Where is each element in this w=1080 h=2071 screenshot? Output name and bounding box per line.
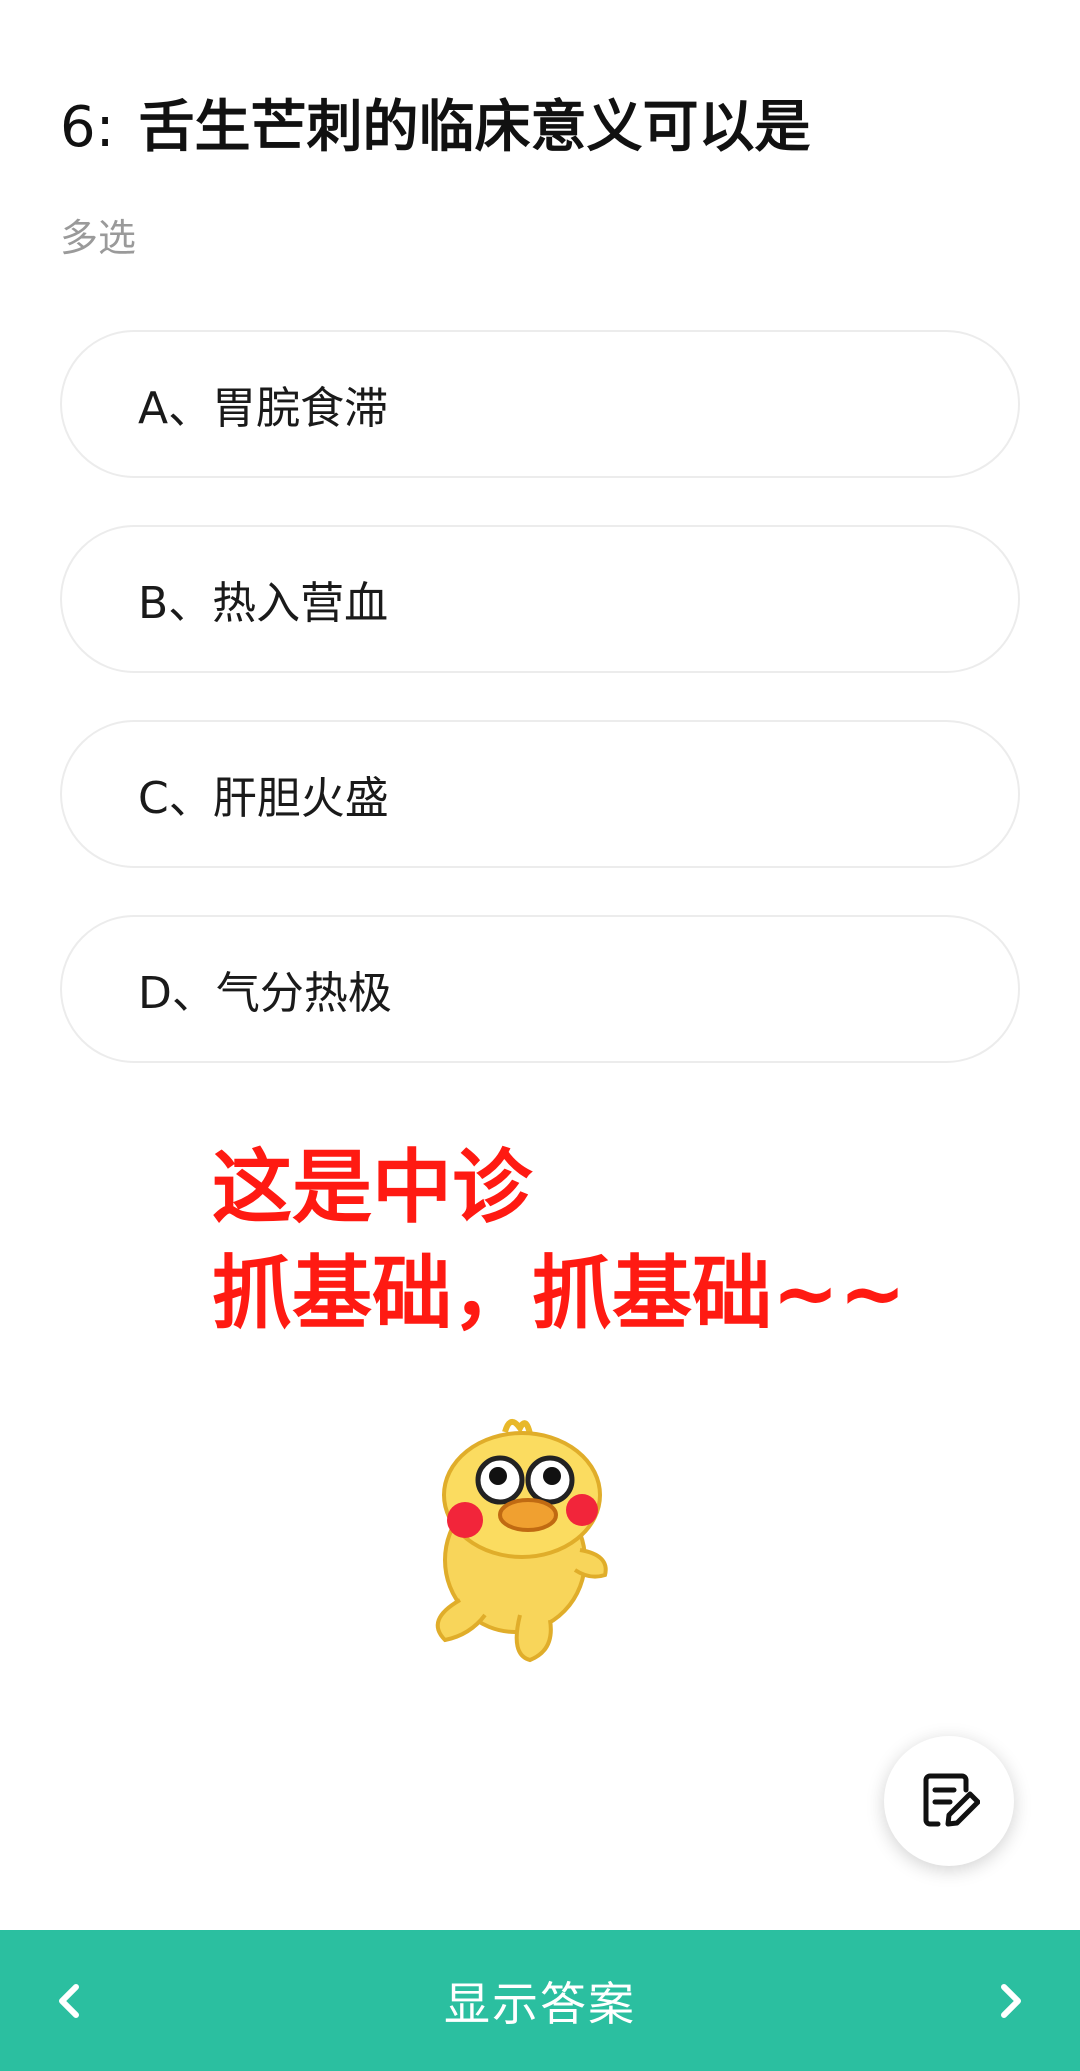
annotation-line-2: 抓基础，抓基础~~	[212, 1247, 907, 1340]
question-title: 6: 舌生芒刺的临床意义可以是	[60, 88, 1040, 168]
option-a[interactable]: A、胃脘食滞	[60, 330, 1020, 478]
option-d[interactable]: D、气分热极	[60, 915, 1020, 1063]
options-list: A、胃脘食滞 B、热入营血 C、肝胆火盛 D、气分热极	[60, 330, 1020, 1110]
show-answer-button[interactable]: 显示答案	[444, 1968, 636, 2034]
question-number: 6:	[60, 95, 115, 160]
note-fab-button[interactable]	[884, 1736, 1014, 1866]
option-b[interactable]: B、热入营血	[60, 525, 1020, 673]
option-d-label: D、气分热极	[138, 968, 392, 1019]
next-question-button[interactable]	[950, 1930, 1070, 2071]
chevron-right-icon	[1001, 1983, 1021, 2018]
option-c[interactable]: C、肝胆火盛	[60, 720, 1020, 868]
prev-question-button[interactable]	[10, 1930, 130, 2071]
chevron-left-icon	[59, 1983, 79, 2018]
edit-note-icon	[923, 1773, 980, 1827]
question-text: 舌生芒刺的临床意义可以是	[138, 95, 811, 160]
question-type-label: 多选	[60, 216, 137, 260]
bottom-bar: 显示答案	[0, 1930, 1080, 2071]
option-a-label: A、胃脘食滞	[138, 383, 389, 434]
option-b-label: B、热入营血	[138, 578, 389, 629]
option-c-label: C、肝胆火盛	[138, 773, 389, 824]
annotation-text: 这是中诊 抓基础，抓基础~~	[212, 1135, 906, 1347]
annotation-line-1: 这是中诊	[212, 1141, 532, 1234]
duck-sticker-image	[410, 1410, 630, 1670]
